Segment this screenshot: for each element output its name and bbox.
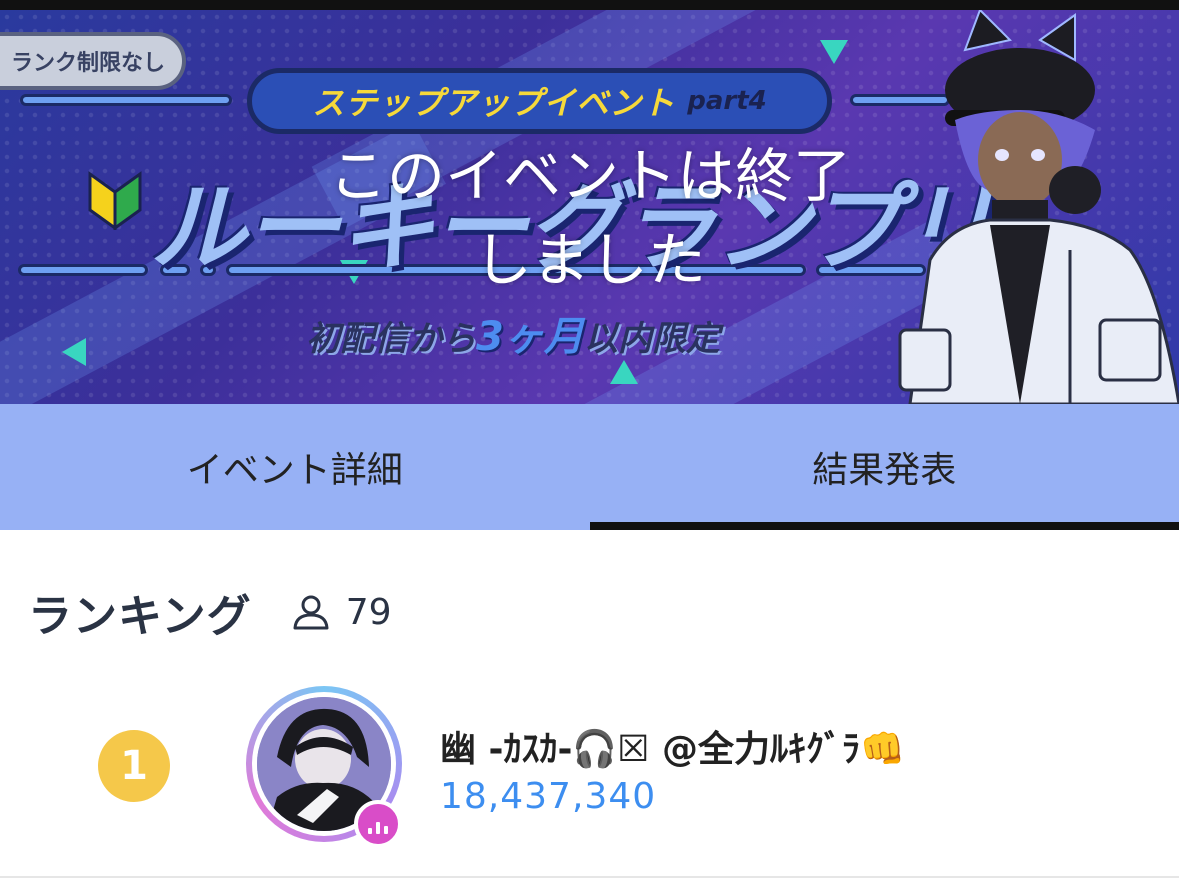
- eligibility-text: 初配信から3ヶ月以内限定: [306, 304, 720, 362]
- live-bar: [384, 826, 388, 834]
- user-score: 18,437,340: [440, 776, 657, 817]
- participant-count-value: 79: [345, 591, 392, 633]
- character-illustration: [898, 10, 1179, 404]
- event-ended-line1: このイベントは終了: [328, 142, 851, 210]
- rank-number-badge: 1: [98, 730, 170, 802]
- event-part: part4: [687, 86, 767, 116]
- status-bar: [0, 0, 1179, 10]
- row-divider: [0, 876, 1179, 878]
- event-subtitle: ステップアップイベント: [312, 84, 676, 122]
- event-banner: ランク制限なし ステップアップイベント part4 ルーキーグランプリ 初配信か…: [0, 10, 1179, 404]
- event-ended-overlay: このイベントは終了 しました: [300, 134, 880, 302]
- eligibility-suffix: 以内限定: [583, 319, 720, 359]
- rank-limit-badge: ランク制限なし: [0, 32, 186, 90]
- ranking-title: ランキング: [28, 591, 252, 642]
- banner-triangle: [610, 360, 638, 384]
- decor-line: [18, 264, 148, 276]
- tab-label: 結果発表: [812, 450, 957, 491]
- ranking-header: ランキング 79: [28, 580, 392, 644]
- tab-results[interactable]: 結果発表: [589, 404, 1179, 530]
- event-subtitle-pill: ステップアップイベント part4: [247, 68, 832, 134]
- eligibility-prefix: 初配信から: [306, 319, 476, 359]
- tab-bar: イベント詳細 結果発表: [0, 404, 1179, 530]
- decor-line: [20, 94, 232, 106]
- live-bar: [368, 828, 372, 834]
- ranking-row[interactable]: 1 幽 -ｶｽｶ-🎧☒ @全力ﾙｷｸﾞﾗ👊 18,437,340: [0, 680, 1179, 848]
- live-bar: [376, 822, 380, 834]
- beginner-mark-icon: [88, 171, 142, 230]
- banner-triangle: [820, 40, 848, 64]
- event-ended-line2: しました: [473, 226, 706, 294]
- tab-label: イベント詳細: [186, 450, 403, 491]
- banner-triangle: [62, 338, 86, 366]
- user-name[interactable]: 幽 -ｶｽｶ-🎧☒ @全力ﾙｷｸﾞﾗ👊: [440, 720, 905, 772]
- eligibility-accent: 3ヶ月: [476, 314, 584, 360]
- tab-indicator: [589, 522, 1179, 530]
- person-icon: [293, 595, 329, 630]
- live-icon: [354, 800, 402, 848]
- tab-indicator: [0, 522, 590, 530]
- tab-event-details[interactable]: イベント詳細: [0, 404, 590, 530]
- participant-count: 79: [292, 592, 392, 633]
